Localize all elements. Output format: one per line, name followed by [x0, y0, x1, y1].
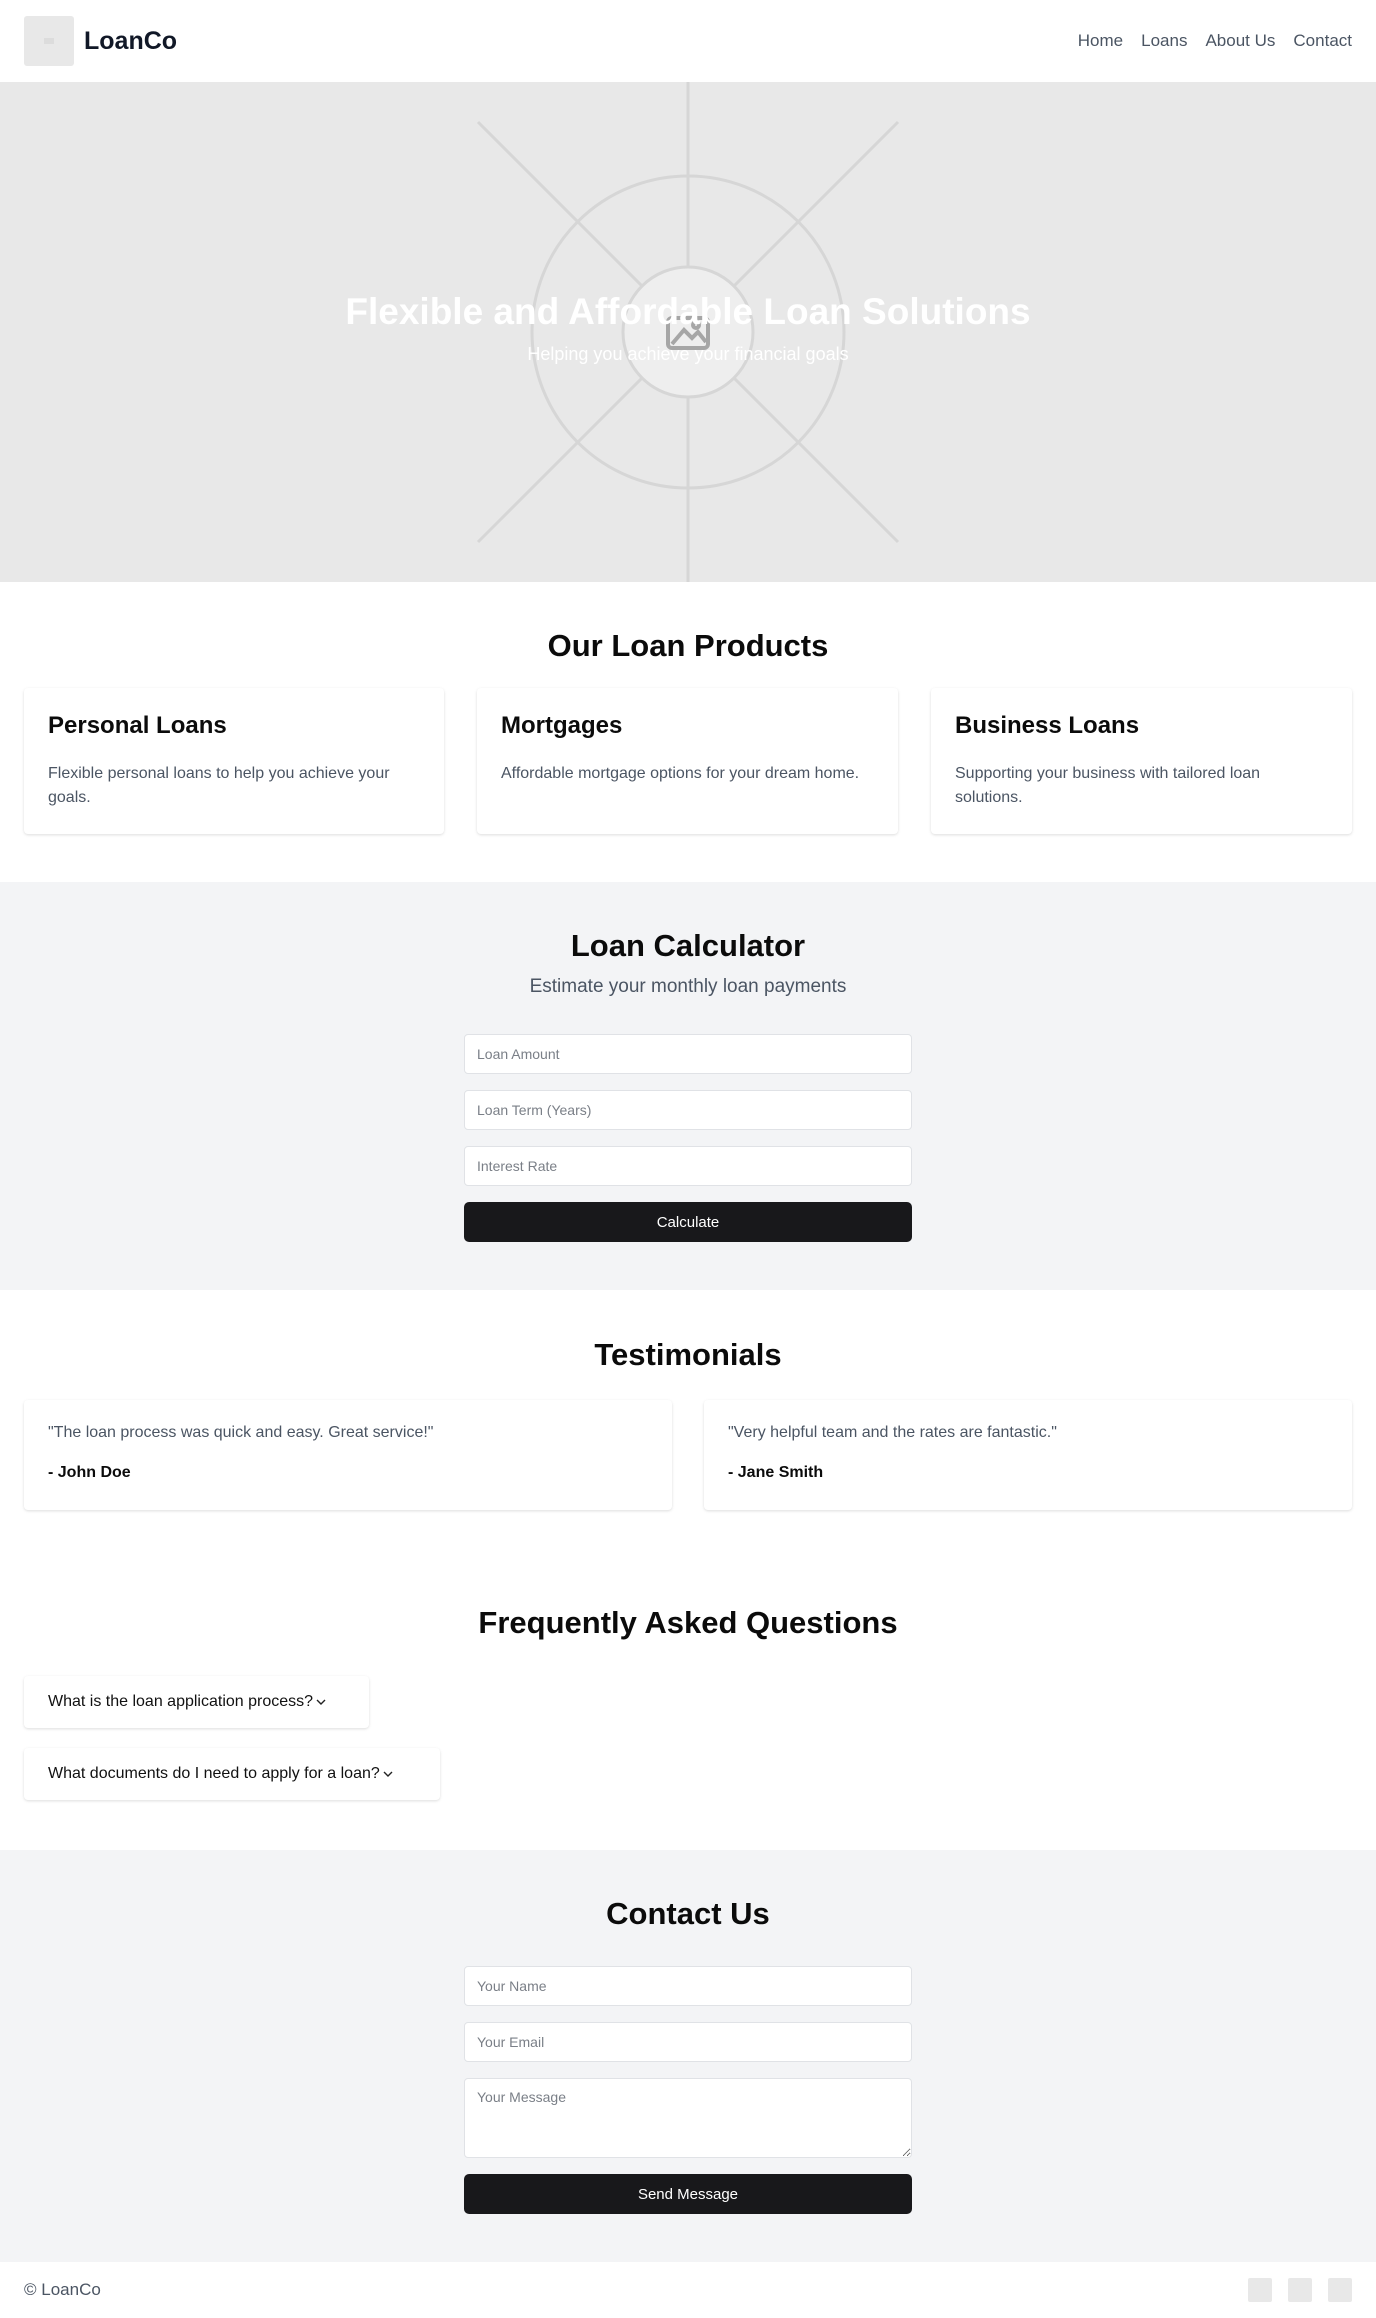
testimonial-quote: "The loan process was quick and easy. Gr…	[48, 1424, 434, 1441]
product-card-title: Business Loans	[955, 712, 1140, 739]
social-icon[interactable]	[1248, 2278, 1272, 2302]
calculator-title: Loan Calculator	[570, 928, 806, 963]
testimonial-author: - Jane Smith	[728, 1464, 824, 1481]
testimonial-author: - John Doe	[48, 1464, 131, 1481]
chevron-down-icon	[383, 1771, 393, 1777]
send-message-button[interactable]: Send Message	[464, 2174, 912, 2214]
main-nav: Home Loans About Us Contact	[1078, 31, 1352, 51]
logo-image-placeholder	[24, 16, 74, 66]
hero-subtitle: Helping you achieve your financial goals	[527, 344, 849, 364]
faq-question: What is the loan application process?	[48, 1693, 314, 1710]
product-card-text: Flexible personal loans to help you achi…	[48, 765, 390, 806]
faq-title: Frequently Asked Questions	[478, 1605, 898, 1640]
brand[interactable]: LoanCo	[24, 16, 177, 66]
social-icon[interactable]	[1328, 2278, 1352, 2302]
interest-rate-input[interactable]	[464, 1146, 912, 1186]
calculate-button[interactable]: Calculate	[464, 1202, 912, 1242]
email-input[interactable]	[464, 2022, 912, 2062]
site-header: LoanCo Home Loans About Us Contact	[0, 0, 1376, 82]
testimonials-title: Testimonials	[594, 1337, 782, 1372]
product-card-title: Mortgages	[501, 712, 623, 739]
loan-term-input[interactable]	[464, 1090, 912, 1130]
contact-title: Contact Us	[606, 1896, 770, 1931]
calculator-subtitle: Estimate your monthly loan payments	[529, 976, 847, 997]
nav-link-about-us[interactable]: About Us	[1205, 31, 1275, 51]
copyright-text: © LoanCo	[24, 2280, 101, 2299]
product-card-title: Personal Loans	[48, 712, 227, 739]
testimonial-quote: "Very helpful team and the rates are fan…	[728, 1424, 1057, 1441]
testimonial-card: "The loan process was quick and easy. Gr…	[24, 1400, 672, 1510]
nav-link-loans[interactable]: Loans	[1141, 31, 1187, 51]
testimonial-card: "Very helpful team and the rates are fan…	[704, 1400, 1352, 1510]
social-icon[interactable]	[1288, 2278, 1312, 2302]
product-card-text: Supporting your business with tailored l…	[955, 765, 1261, 806]
hero-title: Flexible and Affordable Loan Solutions	[345, 291, 1031, 332]
product-card-mortgages[interactable]: Mortgages Affordable mortgage options fo…	[477, 688, 898, 834]
loan-amount-input[interactable]	[464, 1034, 912, 1074]
product-card-business[interactable]: Business Loans Supporting your business …	[931, 688, 1352, 834]
message-textarea[interactable]	[464, 2078, 912, 2158]
nav-link-contact[interactable]: Contact	[1293, 31, 1352, 51]
faq-question: What documents do I need to apply for a …	[48, 1765, 380, 1782]
products-title: Our Loan Products	[547, 628, 829, 663]
hero-section: Flexible and Affordable Loan Solutions H…	[0, 82, 1376, 582]
faq-item[interactable]: What is the loan application process?	[24, 1676, 369, 1728]
brand-name: LoanCo	[84, 26, 178, 55]
social-links	[1248, 2278, 1352, 2302]
faq-item[interactable]: What documents do I need to apply for a …	[24, 1748, 440, 1800]
nav-link-home[interactable]: Home	[1078, 31, 1123, 51]
site-footer: © LoanCo	[0, 2262, 1376, 2318]
chevron-down-icon	[316, 1699, 326, 1705]
name-input[interactable]	[464, 1966, 912, 2006]
product-card-text: Affordable mortgage options for your dre…	[501, 765, 860, 782]
product-card-personal[interactable]: Personal Loans Flexible personal loans t…	[24, 688, 444, 834]
